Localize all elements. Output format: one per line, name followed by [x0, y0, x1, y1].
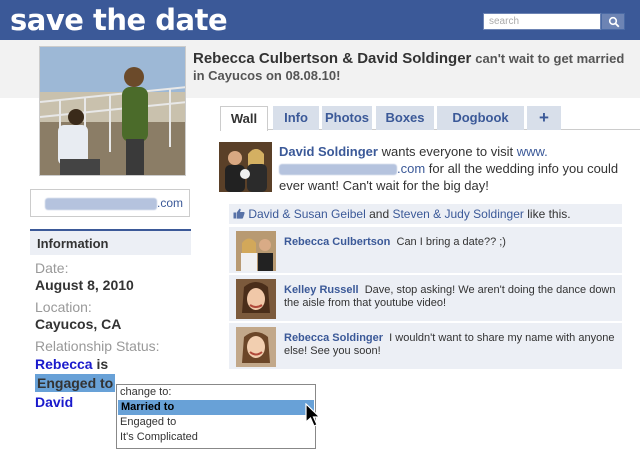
post-author-avatar[interactable] [219, 142, 272, 192]
tab-add-plus[interactable]: + [527, 106, 561, 130]
post-text-before: wants everyone to visit [381, 144, 514, 159]
mouse-cursor-icon [305, 403, 321, 427]
comment-avatar[interactable] [236, 231, 276, 271]
relationship-is: is [92, 356, 109, 372]
profile-name[interactable]: Rebecca Culbertson & David Soldinger [193, 50, 471, 67]
like-person-soldinger[interactable]: Steven & Judy Soldinger [392, 207, 523, 221]
like-and: and [369, 207, 390, 221]
blurred-domain [44, 197, 157, 210]
date-value: August 8, 2010 [35, 277, 134, 293]
search-input[interactable]: search [483, 13, 601, 30]
dropdown-option-complicated[interactable]: It's Complicated [117, 430, 315, 445]
like-suffix: like this. [527, 207, 571, 221]
brand-logo[interactable]: save the date [10, 0, 228, 40]
blurred-link [279, 164, 397, 176]
location-label: Location: [35, 299, 92, 315]
comment-item: Rebecca Culbertson Can I bring a date?? … [229, 227, 622, 273]
comment-item: Rebecca Soldinger I wouldn't want to sha… [229, 323, 622, 369]
comment-body: Can I bring a date?? ;) [396, 236, 506, 248]
tab-info[interactable]: Info [273, 106, 319, 130]
comment-text-block: Kelley Russell Dave, stop asking! We are… [284, 284, 617, 310]
relationship-dropdown[interactable]: change to: Married to Engaged to It's Co… [116, 384, 316, 449]
thumbs-up-icon [233, 208, 245, 219]
comment-item: Kelley Russell Dave, stop asking! We are… [229, 275, 622, 321]
profile-photo-image [40, 47, 185, 175]
dropdown-option-married[interactable]: Married to [118, 400, 314, 415]
comment-author[interactable]: Rebecca Culbertson [284, 236, 390, 248]
tab-boxes[interactable]: Boxes [376, 106, 434, 130]
tab-wall[interactable]: Wall [220, 106, 268, 131]
post-author[interactable]: David Soldinger [279, 144, 378, 159]
tab-photos[interactable]: Photos [322, 106, 372, 130]
wall-post: David Soldinger wants everyone to visit … [279, 143, 634, 194]
profile-photo[interactable] [39, 46, 186, 176]
website-url-box[interactable]: .com [30, 189, 190, 217]
comment-text-block: Rebecca Culbertson Can I bring a date?? … [284, 236, 617, 249]
like-person-geibel[interactable]: David & Susan Geibel [248, 207, 365, 221]
relationship-status-select[interactable]: Engaged to [35, 374, 116, 392]
comment-author[interactable]: Rebecca Soldinger [284, 332, 383, 344]
search-icon [608, 16, 620, 28]
tab-dogbook[interactable]: Dogbook [437, 106, 524, 130]
avatar-photo [219, 142, 272, 192]
information-heading: Information [30, 229, 191, 255]
dropdown-header: change to: [120, 386, 172, 398]
top-header-bar: save the date search [0, 0, 640, 40]
profile-name-status: Rebecca Culbertson & David Soldinger can… [193, 50, 633, 84]
date-label: Date: [35, 260, 69, 276]
relationship-line: Rebecca is [35, 355, 191, 373]
dropdown-option-engaged[interactable]: Engaged to [117, 415, 315, 430]
location-value: Cayucos, CA [35, 316, 122, 332]
relationship-label: Relationship Status: [35, 338, 160, 354]
comment-author[interactable]: Kelley Russell [284, 284, 359, 296]
comment-avatar[interactable] [236, 279, 276, 319]
likes-bar: David & Susan Geibel and Steven & Judy S… [229, 204, 622, 224]
comment-avatar[interactable] [236, 327, 276, 367]
relationship-name-rebecca[interactable]: Rebecca [35, 356, 93, 372]
comment-text-block: Rebecca Soldinger I wouldn't want to sha… [284, 332, 617, 358]
search-button[interactable] [601, 13, 625, 30]
url-suffix: .com [156, 196, 183, 210]
